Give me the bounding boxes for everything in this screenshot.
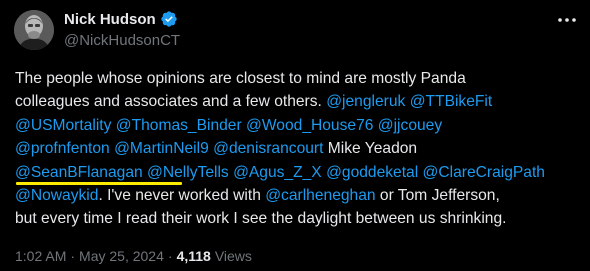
views-count[interactable]: 4,118 — [177, 248, 211, 264]
highlight-underline — [16, 182, 182, 185]
tweet-line-2: colleagues and associates and a few othe… — [15, 90, 575, 113]
tweet-line-6: @Nowaykid. I've never worked with @carlh… — [15, 184, 575, 207]
mention-link[interactable]: @goddeketal — [326, 164, 418, 181]
meta-separator: · — [70, 248, 76, 264]
author-name-row: Nick Hudson — [64, 10, 178, 28]
mention-link[interactable]: @Agus_Z_X — [233, 164, 322, 181]
mention-link[interactable]: @Wood_House76 — [246, 117, 373, 134]
mention-link[interactable]: @carlheneghan — [265, 187, 375, 204]
author-handle[interactable]: @NickHudsonCT — [64, 32, 180, 49]
tweet-time[interactable]: 1:02 AM — [15, 248, 66, 264]
tweet-date[interactable]: May 25, 2024 — [79, 248, 164, 264]
mention-link[interactable]: @ClareCraigPath — [423, 164, 545, 181]
mention-link[interactable]: @profnfenton — [15, 140, 110, 157]
tweet-line-3: @USMortality @Thomas_Binder @Wood_House7… — [15, 114, 575, 137]
meta-separator: · — [167, 248, 173, 264]
author-display-name[interactable]: Nick Hudson — [64, 11, 156, 28]
mention-link[interactable]: @MartinNeil9 — [114, 140, 209, 157]
mention-link[interactable]: @denisrancourt — [213, 140, 323, 157]
verified-badge-icon[interactable] — [160, 10, 178, 28]
profile-photo — [14, 10, 54, 50]
mention-link[interactable]: @NellyTells — [147, 164, 229, 181]
tweet-text: The people whose opinions are closest to… — [15, 67, 575, 231]
mention-link[interactable]: @Nowaykid — [15, 187, 98, 204]
tweet-metadata: 1:02 AM · May 25, 2024 · 4,118 Views — [15, 248, 252, 264]
text-segment: Mike Yeadon — [323, 140, 418, 158]
text-segment: The people whose opinions are closest to… — [15, 70, 466, 87]
tweet-line-7: but every time I read their work I see t… — [15, 207, 575, 230]
mention-link[interactable]: @jengleruk — [326, 93, 405, 110]
text-segment: or Tom Jefferson, — [375, 186, 500, 204]
mention-link[interactable]: @USMortality — [15, 117, 111, 134]
text-segment: colleagues and associates and a few othe… — [15, 93, 327, 111]
mention-link[interactable]: @TTBikeFit — [410, 93, 493, 110]
avatar[interactable] — [14, 10, 54, 50]
more-options-icon[interactable] — [556, 9, 578, 31]
views-label: Views — [214, 248, 252, 264]
mention-link[interactable]: @jjcouey — [378, 117, 442, 134]
text-segment: but every time I read their work I see t… — [15, 210, 507, 228]
mention-link[interactable]: @SeanBFlanagan — [15, 164, 143, 181]
tweet-line-1: The people whose opinions are closest to… — [15, 67, 575, 90]
mention-link[interactable]: @Thomas_Binder — [116, 117, 242, 134]
text-segment: . I've never worked with — [98, 186, 266, 204]
tweet-line-4: @profnfenton @MartinNeil9 @denisrancourt… — [15, 137, 575, 160]
tweet-line-5: @SeanBFlanagan @NellyTells @Agus_Z_X @go… — [15, 161, 575, 184]
